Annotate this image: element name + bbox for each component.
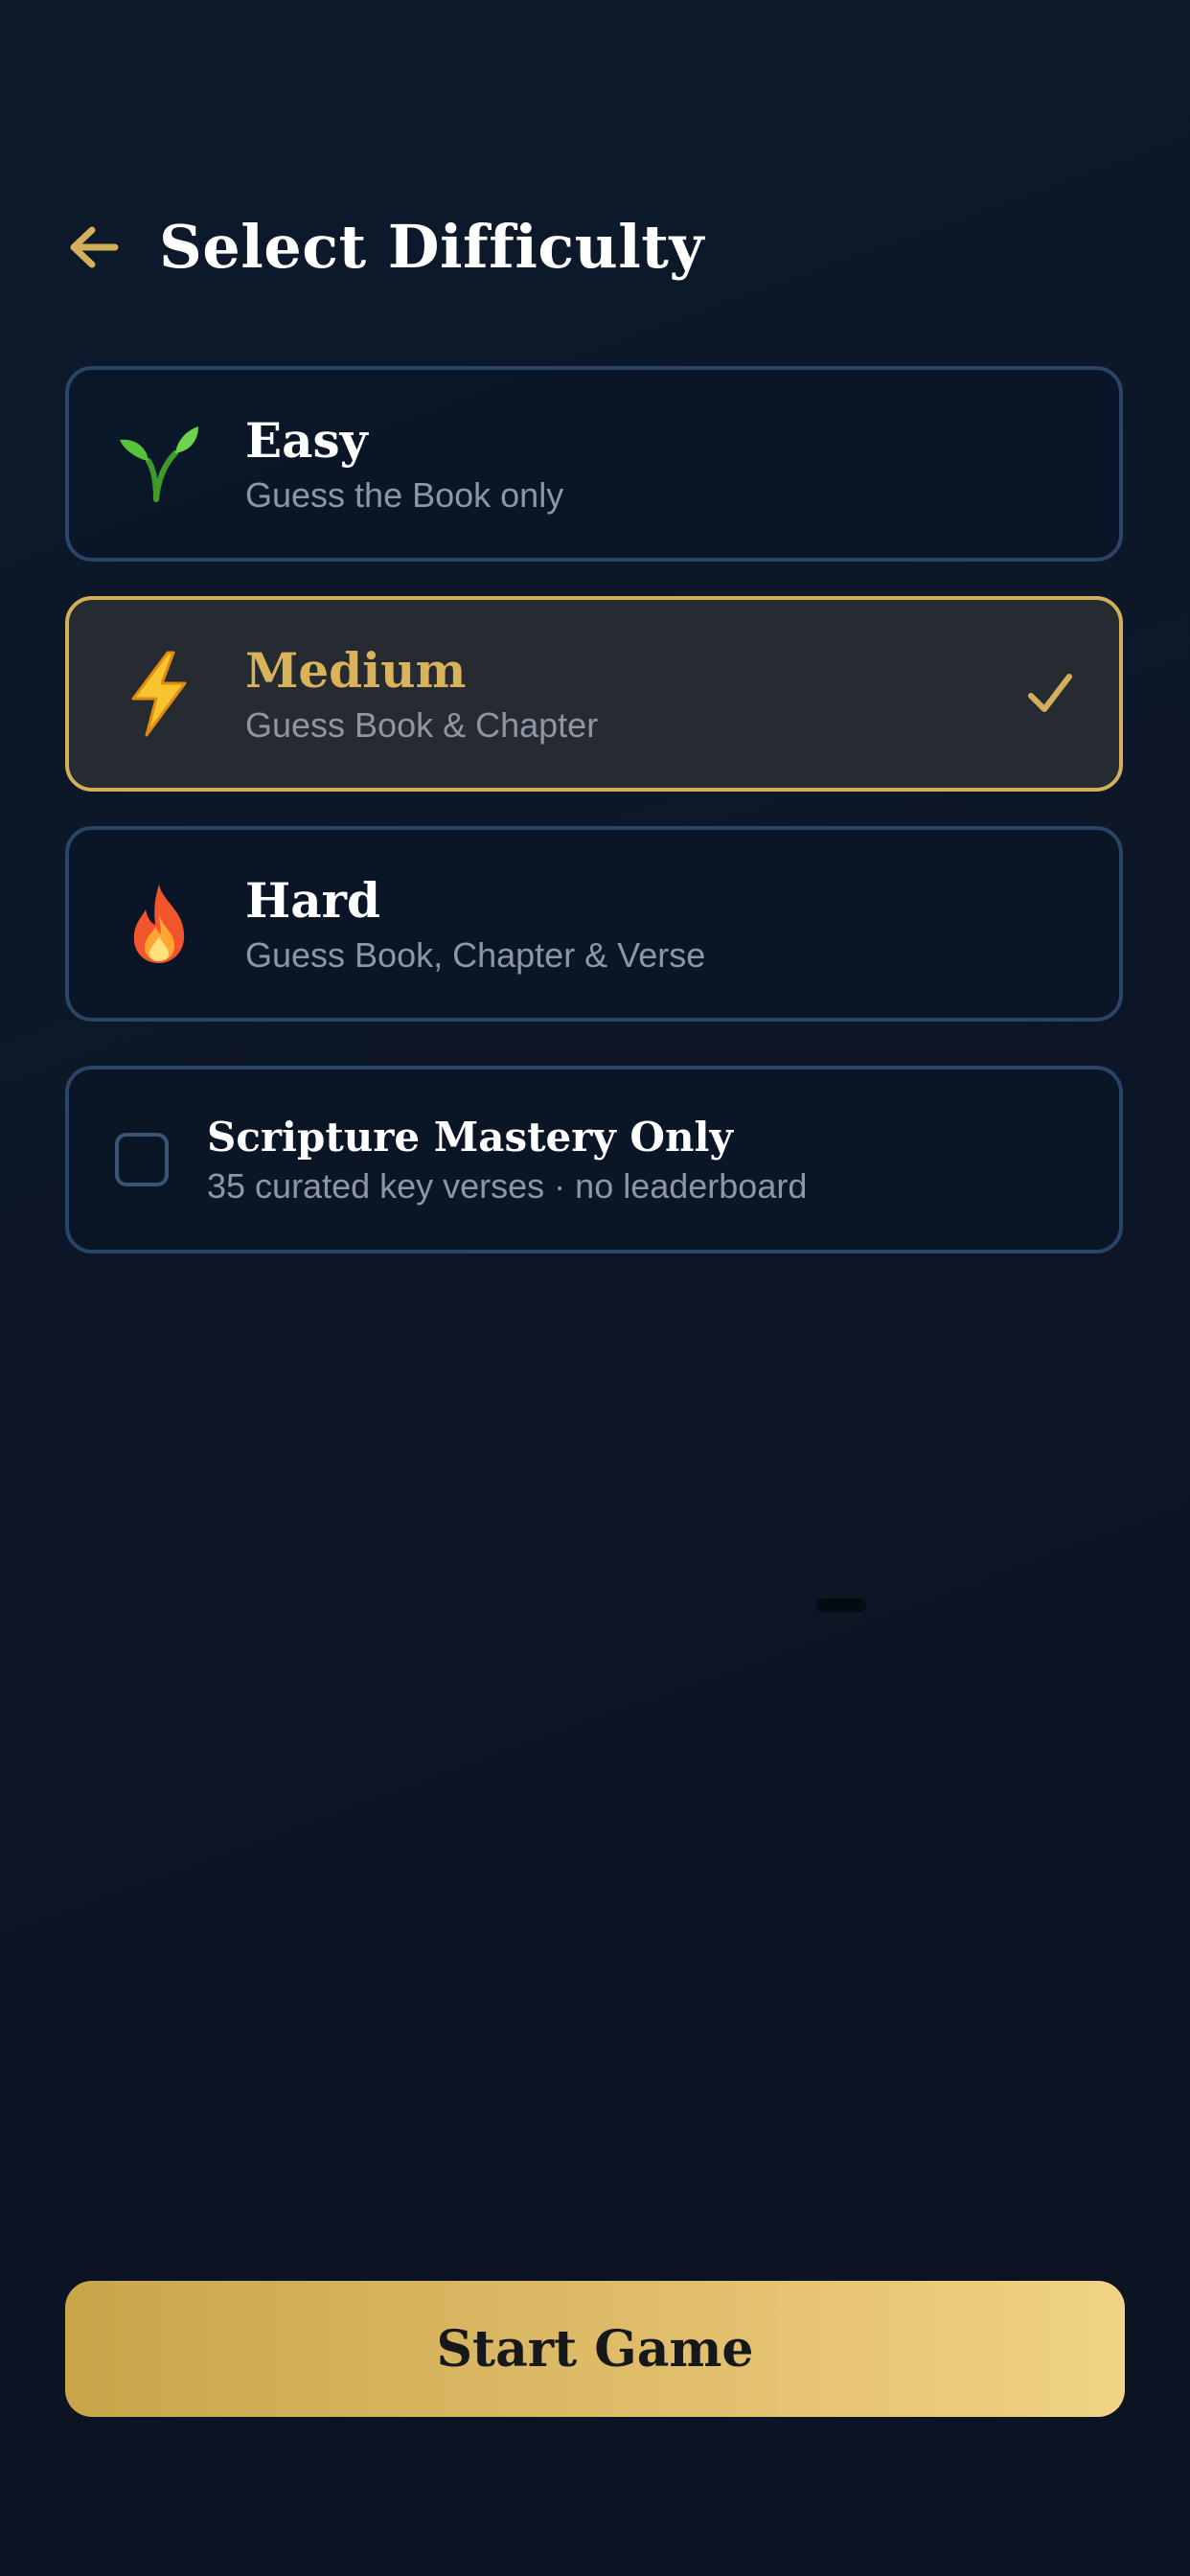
mastery-checkbox[interactable] <box>115 1133 169 1186</box>
scripture-mastery-toggle[interactable]: Scripture Mastery Only 35 curated key ve… <box>65 1066 1123 1254</box>
page-title: Select Difficulty <box>159 212 704 282</box>
difficulty-option-easy[interactable]: Easy Guess the Book only <box>65 366 1123 562</box>
difficulty-option-medium[interactable]: Medium Guess Book & Chapter <box>65 596 1123 792</box>
option-title: Medium <box>245 642 467 699</box>
option-subtitle: Guess Book, Chapter & Verse <box>245 935 706 975</box>
mastery-subtitle: 35 curated key verses · no leaderboard <box>207 1166 808 1206</box>
option-title: Easy <box>245 412 368 469</box>
checkmark-icon <box>1028 674 1072 712</box>
start-game-label: Start Game <box>436 2319 754 2379</box>
header: Select Difficulty <box>65 206 704 288</box>
fire-icon <box>111 876 207 972</box>
arrow-left-icon <box>70 226 119 267</box>
option-subtitle: Guess Book & Chapter <box>245 705 599 745</box>
option-texts: Medium Guess Book & Chapter <box>245 642 598 746</box>
back-button[interactable] <box>65 218 123 276</box>
decorative-dash <box>816 1598 866 1612</box>
option-texts: Hard Guess Book, Chapter & Verse <box>245 872 705 976</box>
difficulty-option-hard[interactable]: Hard Guess Book, Chapter & Verse <box>65 826 1123 1022</box>
difficulty-screen: Select Difficulty Easy Guess the Book on… <box>0 0 1190 2576</box>
option-texts: Easy Guess the Book only <box>245 412 563 516</box>
seedling-icon <box>111 416 207 512</box>
option-subtitle: Guess the Book only <box>245 475 564 515</box>
start-game-button[interactable]: Start Game <box>65 2281 1125 2417</box>
mastery-title: Scripture Mastery Only <box>207 1114 733 1161</box>
option-texts: Scripture Mastery Only 35 curated key ve… <box>207 1113 807 1207</box>
option-title: Hard <box>245 872 380 929</box>
lightning-icon <box>111 646 207 742</box>
